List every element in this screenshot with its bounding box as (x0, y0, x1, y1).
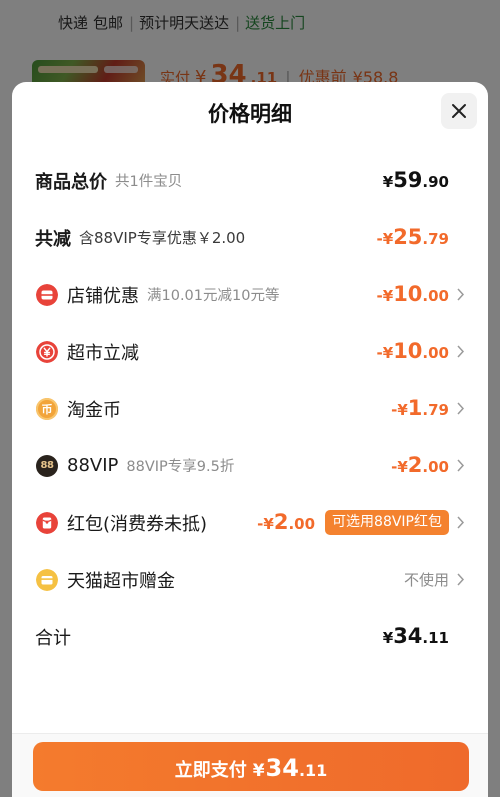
amount-int: 10 (393, 339, 423, 363)
close-icon (452, 104, 466, 118)
price-detail-sheet: 价格明细 商品总价 共1件宝贝 ¥59.90 共减 含88VIP专享优惠￥2.0… (12, 82, 488, 797)
amount-prefix: -¥ (376, 287, 394, 305)
pay-button-label: 立即支付 (174, 760, 247, 781)
discount-label: 淘金币 (67, 399, 121, 421)
discount-label: 超市立减 (67, 342, 139, 364)
discount-label: 红包(消费券未抵) (67, 513, 208, 535)
discount-row-red-packet[interactable]: 红包(消费券未抵) -¥2.00 可选用88VIP红包 (12, 494, 488, 551)
taojinbi-coin-icon: 币 (36, 397, 58, 420)
goods-total-note: 共1件宝贝 (115, 174, 183, 190)
total-amount: ¥34.11 (383, 626, 449, 647)
total-label: 合计 (35, 627, 71, 649)
pay-amount-dec: .11 (298, 761, 328, 780)
price-rows: 商品总价 共1件宝贝 ¥59.90 共减 含88VIP专享优惠￥2.00 -¥2… (12, 152, 488, 665)
chevron-right-icon (457, 459, 464, 472)
88vip-icon: 88 (36, 454, 58, 477)
amount-dec: .00 (422, 458, 449, 476)
discount-label: 88VIP (67, 455, 119, 476)
discount-note: 满10.01元减10元等 (147, 288, 280, 304)
amount-prefix: -¥ (376, 230, 394, 248)
supermarket-discount-icon (36, 340, 58, 363)
discount-note: 88VIP专享9.5折 (126, 459, 235, 475)
chevron-right-icon (457, 402, 464, 415)
discount-row-88vip[interactable]: 88 88VIP 88VIP专享9.5折 -¥2.00 (12, 437, 488, 494)
amount-int: 1 (407, 396, 423, 420)
discount-row-supermarket[interactable]: 超市立减 -¥10.00 (12, 323, 488, 380)
discount-value: -¥10.00 (377, 323, 449, 380)
discount-amount: -¥1.79 (391, 398, 449, 419)
amount-dec: .90 (422, 173, 449, 191)
discount-value: -¥2.00 (391, 437, 449, 494)
total-reduction-note: 含88VIP专享优惠￥2.00 (79, 229, 246, 247)
amount-int: 34 (393, 624, 423, 648)
discount-value: -¥2.00 可选用88VIP红包 (257, 494, 449, 551)
red-packet-icon (36, 511, 58, 534)
discount-row-gift-card[interactable]: 天猫超市赠金 不使用 (12, 551, 488, 608)
discount-row-shop[interactable]: 店铺优惠 满10.01元减10元等 -¥10.00 (12, 266, 488, 323)
amount-dec: .00 (422, 287, 449, 305)
amount-dec: .79 (422, 401, 449, 419)
currency: ¥ (382, 173, 394, 191)
chevron-right-icon (457, 573, 464, 586)
total-reduction-value: -¥25.79 (377, 209, 449, 266)
total-row: 合计 ¥34.11 (12, 608, 488, 665)
pay-currency: ¥ (252, 761, 265, 781)
88vip-red-packet-badge[interactable]: 可选用88VIP红包 (325, 510, 449, 535)
amount-int: 59 (393, 168, 423, 192)
amount-prefix: -¥ (257, 515, 274, 533)
amount-dec: .79 (422, 230, 449, 248)
goods-total-label: 商品总价 (35, 171, 107, 193)
total-reduction-amount: -¥25.79 (377, 227, 449, 248)
sheet-footer: 立即支付 ¥34.11 (12, 733, 488, 797)
chevron-right-icon (457, 516, 464, 529)
amount-prefix: -¥ (391, 458, 408, 476)
tmall-gift-card-icon (36, 568, 58, 591)
discount-amount: -¥10.00 (377, 341, 449, 362)
amount-int: 2 (273, 510, 289, 534)
discount-amount: -¥10.00 (377, 284, 449, 305)
discount-value: -¥1.79 (391, 380, 449, 437)
pay-amount-int: 34 (265, 754, 299, 782)
pay-now-button[interactable]: 立即支付 ¥34.11 (33, 742, 469, 791)
gift-card-status: 不使用 (403, 571, 449, 589)
discount-label: 店铺优惠 (67, 285, 139, 307)
goods-total-amount: ¥59.90 (383, 170, 449, 191)
shop-coupon-icon (36, 283, 58, 306)
total-value: ¥34.11 (383, 608, 449, 665)
amount-int: 25 (393, 225, 423, 249)
amount-int: 2 (407, 453, 423, 477)
chevron-right-icon (457, 345, 464, 358)
discount-amount: -¥2.00 (391, 455, 449, 476)
discount-label: 天猫超市赠金 (67, 570, 175, 592)
amount-prefix: -¥ (376, 344, 394, 362)
currency: ¥ (382, 629, 394, 647)
discount-value: -¥10.00 (377, 266, 449, 323)
amount-dec: .00 (288, 515, 316, 533)
chevron-right-icon (457, 288, 464, 301)
total-reduction-row: 共减 含88VIP专享优惠￥2.00 -¥25.79 (12, 209, 488, 266)
goods-total-row: 商品总价 共1件宝贝 ¥59.90 (12, 152, 488, 209)
discount-value: 不使用 (404, 551, 449, 608)
amount-prefix: -¥ (391, 401, 408, 419)
discount-amount: -¥2.00 (257, 512, 315, 533)
sheet-title: 价格明细 (208, 102, 292, 126)
amount-int: 10 (393, 282, 423, 306)
total-reduction-label: 共减 (35, 228, 71, 250)
goods-total-value: ¥59.90 (383, 152, 449, 209)
amount-dec: .00 (422, 344, 449, 362)
close-button[interactable] (441, 93, 477, 129)
discount-row-taojinbi[interactable]: 币 淘金币 -¥1.79 (12, 380, 488, 437)
amount-dec: .11 (422, 629, 449, 647)
